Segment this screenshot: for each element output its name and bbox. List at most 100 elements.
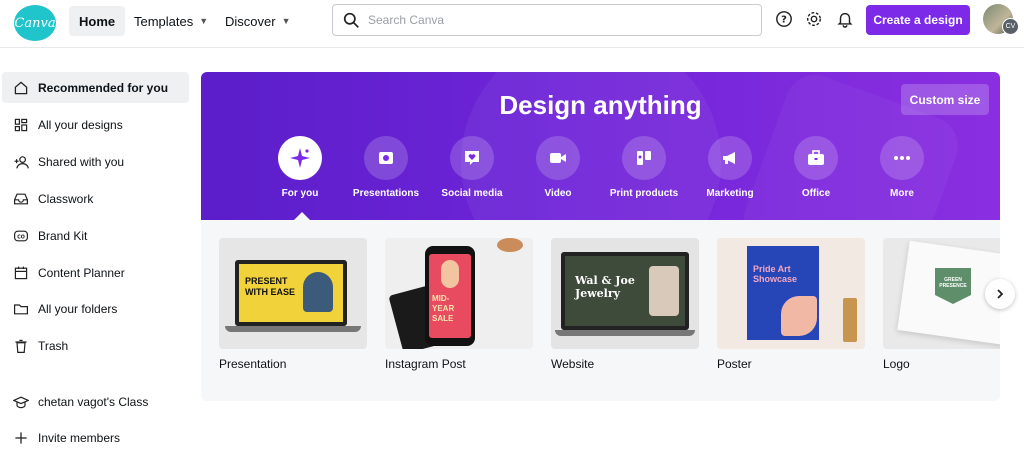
sidebar-item-class[interactable]: chetan vagot's Class [2,386,189,417]
category-office[interactable]: Office [776,136,856,199]
search-input[interactable] [368,13,748,27]
carousel-next-button[interactable] [985,279,1015,309]
template-card-poster[interactable]: Pride Art Showcase Poster [717,238,865,371]
slide-text: PRESENT WITH EASE [245,276,296,297]
chevron-down-icon: ▼ [281,16,291,26]
template-card-label: Logo [883,357,910,371]
nav-home-label: Home [79,13,116,29]
sidebar-item-shared[interactable]: Shared with you [2,146,189,177]
category-label: More [890,188,914,199]
svg-text:CO: CO [17,234,25,240]
template-card-instagram-post[interactable]: MID-YEAR SALE Instagram Post [385,238,533,371]
sidebar-item-label: Recommended for you [38,80,169,95]
nav-templates[interactable]: Templates ▼ [124,6,218,36]
sidebar-item-invite[interactable]: Invite members [2,422,189,453]
nav-discover[interactable]: Discover ▼ [215,6,301,36]
sparkle-icon [278,136,322,180]
category-marketing[interactable]: Marketing [690,136,770,199]
person-photo [303,272,333,312]
template-card-label: Instagram Post [385,357,466,371]
poster-shape [781,296,817,336]
banner-title: Design anything [499,90,702,120]
sidebar-item-label: Invite members [38,430,121,445]
template-card-website[interactable]: Wal & Joe Jewelry Website [551,238,699,371]
sidebar-item-label: Trash [38,338,69,353]
category-presentations[interactable]: Presentations [346,136,426,199]
video-camera-icon [536,136,580,180]
template-thumbnail: Pride Art Showcase [717,238,865,349]
category-label: Print products [609,188,679,199]
megaphone-icon [708,136,752,180]
watch-decoration [497,238,523,252]
trash-icon [12,337,30,355]
slide-preview: PRESENT WITH EASE [239,264,343,322]
poster-text: Pride Art Showcase [753,264,798,284]
category-social-media[interactable]: Social media [432,136,512,199]
help-icon[interactable]: ? [774,9,794,29]
website-preview: Wal & Joe Jewelry [565,256,685,326]
folder-icon [12,300,30,318]
print-icon [622,136,666,180]
active-category-caret [294,212,310,220]
custom-size-button[interactable]: Custom size [901,84,989,115]
category-label: Marketing [706,188,754,199]
sidebar-item-classwork[interactable]: Classwork [2,183,189,214]
template-card-label: Presentation [219,357,287,371]
calendar-icon [12,264,30,282]
sidebar-item-recommended[interactable]: Recommended for you [2,72,189,103]
template-thumbnail: PRESENT WITH EASE [219,238,367,349]
sidebar-item-all-designs[interactable]: All your designs [2,109,189,140]
logo-text: GREEN PRESENCE [939,277,967,289]
template-thumbnail: Wal & Joe Jewelry [551,238,699,349]
design-anything-banner: Design anything Custom size For you Pres… [201,72,1000,220]
template-card-label: Website [551,357,595,371]
nav-home[interactable]: Home [69,6,126,36]
chevron-down-icon: ▼ [199,16,209,26]
gear-icon[interactable] [804,9,824,29]
grid-icon [12,116,30,134]
home-icon [12,79,30,97]
sidebar-item-label: chetan vagot's Class [38,394,149,409]
sidebar-item-label: Content Planner [38,265,125,280]
nav-discover-label: Discover [225,13,276,29]
heart-message-icon [450,136,494,180]
canva-logo[interactable]: Canva [14,5,56,41]
category-more[interactable]: More [862,136,942,199]
template-carousel: PRESENT WITH EASE Presentation MID-YEAR SA… [201,220,1000,401]
template-card-logo[interactable]: GREEN PRESENCE Logo [883,238,1000,371]
model-photo [441,260,459,288]
more-dots-icon [880,136,924,180]
brand-kit-icon: CO [12,227,30,245]
hand-photo [649,266,679,316]
avatar-initials-badge: CV [1002,18,1019,35]
create-design-button[interactable]: Create a design [866,5,970,35]
bell-icon[interactable] [835,9,855,29]
template-thumbnail: MID-YEAR SALE [385,238,533,349]
category-label: Presentations [352,188,420,199]
sidebar-item-label: Shared with you [38,154,125,169]
search-box[interactable] [332,4,762,36]
sidebar-item-label: Classwork [38,191,94,206]
sidebar-item-label: Brand Kit [38,228,88,243]
laptop-base [225,326,361,332]
sidebar-item-trash[interactable]: Trash [2,330,189,361]
graduation-cap-icon [12,393,30,411]
laptop-base [555,330,695,336]
template-card-label: Poster [717,357,752,371]
nav-templates-label: Templates [134,13,194,29]
category-label: Office [801,188,831,199]
category-label: For you [281,188,319,199]
sidebar-item-content-planner[interactable]: Content Planner [2,257,189,288]
template-card-presentation[interactable]: PRESENT WITH EASE Presentation [219,238,367,371]
sidebar-item-folders[interactable]: All your folders [2,293,189,324]
pencil-cup [843,298,857,342]
search-icon [343,12,359,28]
category-for-you[interactable]: For you [260,136,340,199]
template-thumbnail: GREEN PRESENCE [883,238,1000,349]
top-bar: Canva Home Templates ▼ Discover ▼ ? Create… [0,0,1024,48]
sidebar-item-label: All your designs [38,117,123,132]
category-video[interactable]: Video [518,136,598,199]
sidebar-item-brand-kit[interactable]: CO Brand Kit [2,220,189,251]
category-print-products[interactable]: Print products [604,136,684,199]
poster-preview: Pride Art Showcase [747,246,819,340]
